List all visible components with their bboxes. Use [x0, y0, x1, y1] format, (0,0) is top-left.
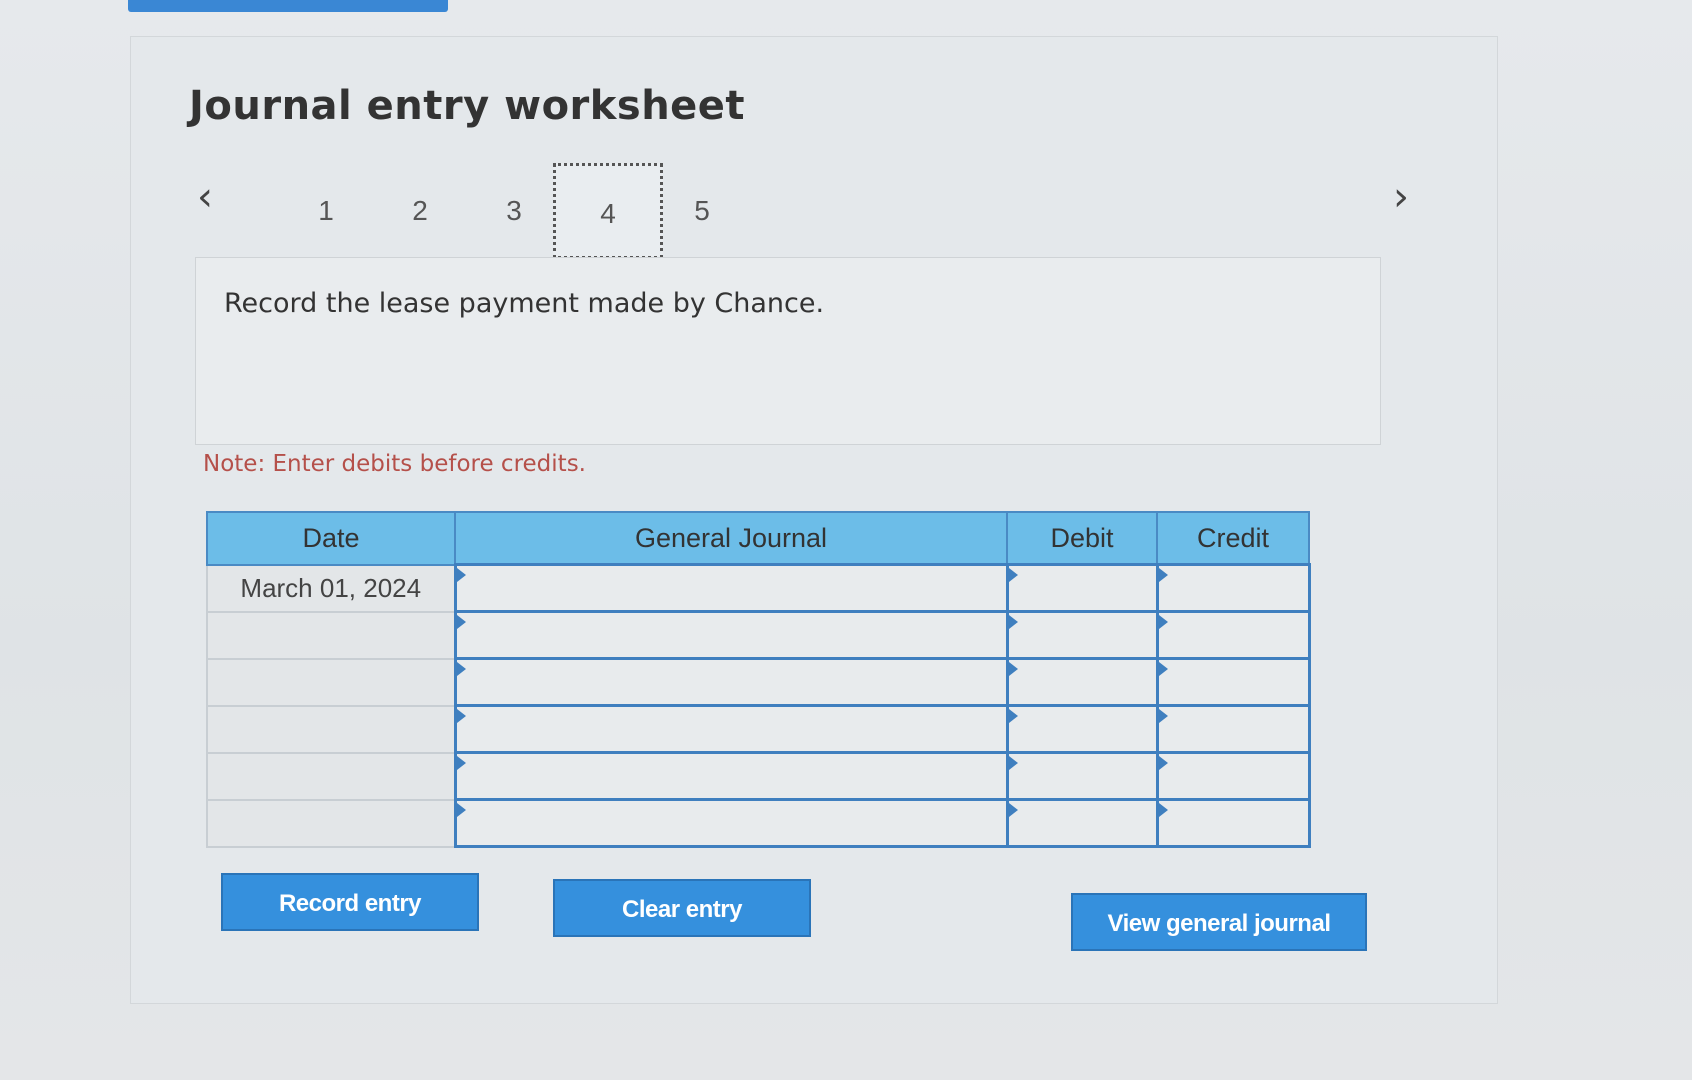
- credit-input[interactable]: [1155, 563, 1311, 613]
- credit-input[interactable]: [1155, 751, 1311, 801]
- debit-input[interactable]: [1005, 704, 1159, 754]
- date-cell: [206, 798, 456, 848]
- page-title: Journal entry worksheet: [189, 83, 746, 129]
- debit-input[interactable]: [1005, 657, 1159, 707]
- header-date: Date: [206, 511, 456, 566]
- table-row: [206, 704, 1311, 754]
- account-input[interactable]: [453, 798, 1009, 848]
- note-text: Note: Enter debits before credits.: [203, 451, 586, 477]
- date-cell: [206, 751, 456, 801]
- table-row: [206, 751, 1311, 801]
- header-general-journal: General Journal: [454, 511, 1008, 566]
- table-row: [206, 798, 1311, 848]
- record-entry-button[interactable]: Record entry: [221, 873, 479, 931]
- debit-input[interactable]: [1005, 610, 1159, 660]
- debit-input[interactable]: [1005, 798, 1159, 848]
- top-tab-strip: [128, 0, 448, 12]
- account-input[interactable]: [453, 657, 1009, 707]
- chevron-left-icon[interactable]: ‹: [197, 177, 213, 217]
- worksheet-panel: Journal entry worksheet ‹ 1 2 3 4 5 › Re…: [130, 36, 1498, 1004]
- date-cell: [206, 657, 456, 707]
- account-input[interactable]: [453, 751, 1009, 801]
- prompt-text: Record the lease payment made by Chance.: [224, 288, 825, 319]
- credit-input[interactable]: [1155, 610, 1311, 660]
- account-input[interactable]: [453, 704, 1009, 754]
- date-cell: March 01, 2024: [206, 563, 456, 613]
- debit-input[interactable]: [1005, 751, 1159, 801]
- account-input[interactable]: [453, 563, 1009, 613]
- journal-header-row: Date General Journal Debit Credit: [206, 511, 1310, 566]
- table-row: [206, 610, 1311, 660]
- account-input[interactable]: [453, 610, 1009, 660]
- table-row: March 01, 2024: [206, 563, 1311, 613]
- credit-input[interactable]: [1155, 704, 1311, 754]
- credit-input[interactable]: [1155, 657, 1311, 707]
- table-row: [206, 657, 1311, 707]
- journal-table: Date General Journal Debit Credit March …: [206, 511, 1311, 848]
- view-general-journal-button[interactable]: View general journal: [1071, 893, 1367, 951]
- date-cell: [206, 610, 456, 660]
- header-debit: Debit: [1006, 511, 1158, 566]
- date-cell: [206, 704, 456, 754]
- header-credit: Credit: [1156, 511, 1310, 566]
- clear-entry-button[interactable]: Clear entry: [553, 879, 811, 937]
- step-5[interactable]: 5: [647, 163, 757, 259]
- debit-input[interactable]: [1005, 563, 1159, 613]
- credit-input[interactable]: [1155, 798, 1311, 848]
- chevron-right-icon[interactable]: ›: [1393, 177, 1409, 217]
- prompt-box: Record the lease payment made by Chance.: [195, 257, 1381, 445]
